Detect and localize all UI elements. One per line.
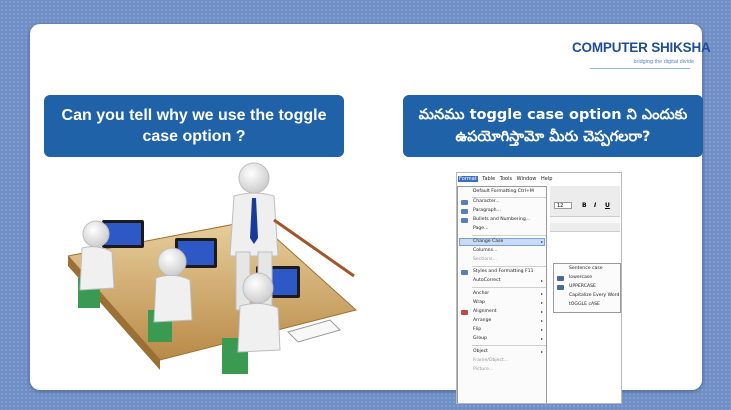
paragraph-icon: [461, 209, 468, 214]
computer-shiksha-logo: COMPUTER SHIKSHA bridging the digital di…: [572, 38, 711, 74]
lowercase-icon: [557, 276, 564, 281]
submenu-arrow-icon: ▸: [540, 239, 543, 244]
character-icon: [461, 200, 468, 205]
alignment-icon: [461, 310, 468, 315]
menu-format[interactable]: Format: [458, 176, 478, 182]
menu-item-autocorrect[interactable]: AutoCorrect: [473, 278, 500, 283]
menu-item-default-formatting[interactable]: Default Formatting Ctrl+M: [473, 189, 534, 194]
submenu-arrow-icon: ▸: [540, 309, 543, 314]
menu-help[interactable]: Help: [541, 176, 552, 182]
menu-item-group[interactable]: Group: [473, 336, 487, 341]
logo-underline: [590, 68, 690, 69]
menu-item-columns[interactable]: Columns...: [473, 248, 497, 253]
menu-window[interactable]: Window: [517, 176, 537, 182]
menu-item-page[interactable]: Page...: [473, 226, 489, 231]
submenu-arrow-icon: ▸: [540, 327, 543, 332]
menu-item-sections[interactable]: Sections...: [473, 257, 497, 262]
menu-bar: Format Table Tools Window Help: [457, 176, 621, 185]
submenu-toggle-case[interactable]: tOGGLE cASE: [569, 302, 600, 307]
submenu-arrow-icon: ▸: [540, 318, 543, 323]
question-english: Can you tell why we use the toggle case …: [61, 107, 327, 145]
classroom-illustration: [68, 162, 358, 374]
question-telugu: మనము toggle case option ని ఎందుకు ఉపయోగి…: [418, 107, 688, 145]
question-english-box: Can you tell why we use the toggle case …: [44, 95, 344, 157]
menu-tools[interactable]: Tools: [500, 176, 512, 182]
logo-tagline: bridging the digital divide: [633, 59, 694, 65]
submenu-arrow-icon: ▸: [540, 349, 543, 354]
submenu-arrow-icon: ▸: [540, 278, 543, 283]
submenu-lowercase[interactable]: lowercase: [569, 275, 592, 280]
submenu-capitalize[interactable]: Capitalize Every Word: [569, 293, 619, 298]
styles-icon: [461, 270, 468, 275]
question-telugu-box: మనము toggle case option ని ఎందుకు ఉపయోగి…: [403, 95, 703, 157]
ruler: [550, 216, 620, 223]
bullets-icon: [461, 218, 468, 223]
menu-item-picture[interactable]: Picture...: [473, 367, 493, 372]
submenu-uppercase[interactable]: UPPERCASE: [569, 284, 596, 289]
logo-name: COMPUTER SHIKSHA: [572, 40, 711, 55]
menu-item-wrap[interactable]: Wrap: [473, 300, 485, 305]
bold-button[interactable]: B: [582, 202, 587, 209]
menu-item-anchor[interactable]: Anchor: [473, 291, 489, 296]
underline-button[interactable]: U: [605, 202, 610, 209]
menu-table[interactable]: Table: [482, 176, 495, 182]
font-size-box[interactable]: 12: [554, 202, 572, 209]
italic-button[interactable]: I: [594, 202, 596, 209]
menu-item-bullets[interactable]: Bullets and Numbering...: [473, 217, 530, 222]
format-menu-screenshot: Format Table Tools Window Help 12 B I U …: [456, 172, 622, 404]
slide: COMPUTER SHIKSHA bridging the digital di…: [30, 24, 711, 404]
submenu-arrow-icon: ▸: [540, 300, 543, 305]
menu-item-arrange[interactable]: Arrange: [473, 318, 491, 323]
uppercase-icon: [557, 285, 564, 290]
menu-item-flip[interactable]: Flip: [473, 327, 481, 332]
menu-item-character[interactable]: Character...: [473, 199, 500, 204]
submenu-sentence-case[interactable]: Sentence case: [569, 266, 603, 271]
menu-item-change-case[interactable]: Change Case: [473, 239, 503, 244]
change-case-submenu: Sentence case lowercase UPPERCASE Capita…: [553, 263, 621, 313]
submenu-arrow-icon: ▸: [540, 336, 543, 341]
menu-item-paragraph[interactable]: Paragraph...: [473, 208, 501, 213]
format-dropdown: Default Formatting Ctrl+M Character... P…: [457, 186, 547, 403]
teacher-head: [238, 162, 270, 194]
menu-item-frame-object[interactable]: Frame/Object...: [473, 358, 508, 363]
submenu-arrow-icon: ▸: [540, 291, 543, 296]
menu-item-styles[interactable]: Styles and Formatting F11: [473, 269, 534, 274]
menu-item-object[interactable]: Object: [473, 349, 488, 354]
menu-item-alignment[interactable]: Alignment: [473, 309, 497, 314]
toolbar: 12 B I U: [550, 186, 620, 232]
